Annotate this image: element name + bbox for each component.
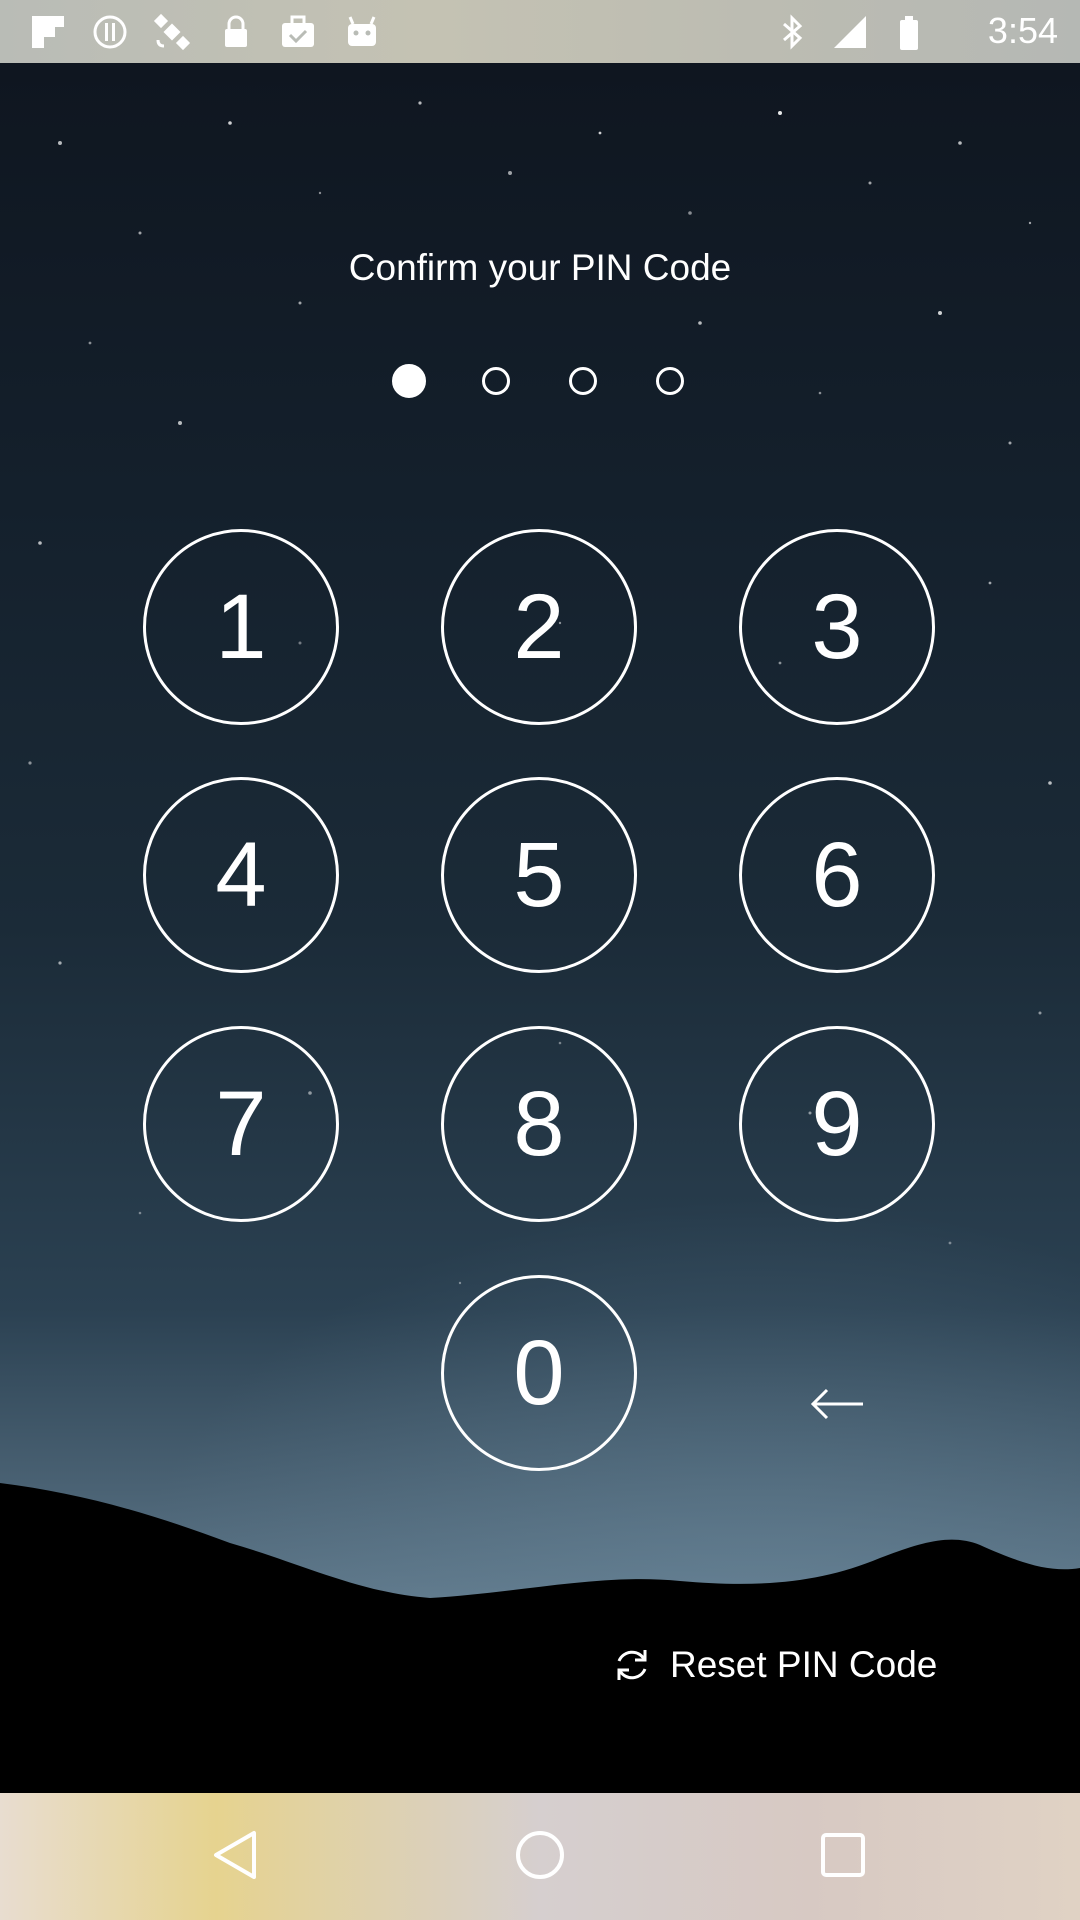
- pin-dot-2: [482, 367, 510, 395]
- key-8[interactable]: 8: [441, 1026, 637, 1222]
- nav-recents-button[interactable]: [803, 1815, 883, 1895]
- nav-back-button[interactable]: [196, 1815, 276, 1895]
- arrow-left-icon: [810, 1388, 863, 1420]
- key-0[interactable]: 0: [441, 1275, 637, 1471]
- flipboard-icon: [28, 12, 68, 52]
- reset-pin-button[interactable]: Reset PIN Code: [612, 1635, 937, 1695]
- lock-screen: Confirm your PIN Code 1 2 3 4 5 6 7 8 9 …: [0, 63, 1080, 1793]
- navigation-bar: [0, 1793, 1080, 1920]
- mountain-silhouette: [0, 1483, 1080, 1793]
- key-6[interactable]: 6: [739, 777, 935, 973]
- key-1[interactable]: 1: [143, 529, 339, 725]
- briefcase-check-icon: [278, 12, 318, 52]
- pin-dot-3: [569, 367, 597, 395]
- bluetooth-icon: [772, 12, 812, 52]
- key-5[interactable]: 5: [441, 777, 637, 973]
- key-4[interactable]: 4: [143, 777, 339, 973]
- nav-home-button[interactable]: [500, 1815, 580, 1895]
- key-9[interactable]: 9: [739, 1026, 935, 1222]
- key-2[interactable]: 2: [441, 529, 637, 725]
- pin-indicator: [0, 364, 1080, 400]
- status-bar: 3:54: [0, 0, 1080, 63]
- pin-dot-1: [392, 364, 426, 398]
- reset-pin-label: Reset PIN Code: [670, 1644, 938, 1685]
- android-icon: [342, 12, 382, 52]
- lock-icon: [216, 12, 256, 52]
- info-circle-icon: [90, 12, 130, 52]
- recents-icon: [821, 1833, 865, 1877]
- key-3[interactable]: 3: [739, 529, 935, 725]
- pin-title: Confirm your PIN Code: [348, 247, 732, 288]
- home-icon: [516, 1831, 564, 1879]
- battery-icon: [888, 12, 928, 52]
- status-time: 3:54: [987, 10, 1058, 51]
- pin-dot-4: [656, 367, 684, 395]
- key-7[interactable]: 7: [143, 1026, 339, 1222]
- backspace-button[interactable]: [788, 1355, 886, 1453]
- signal-icon: [830, 12, 870, 52]
- satellite-icon: [152, 12, 192, 52]
- back-icon: [214, 1831, 256, 1879]
- refresh-icon: [617, 1650, 647, 1680]
